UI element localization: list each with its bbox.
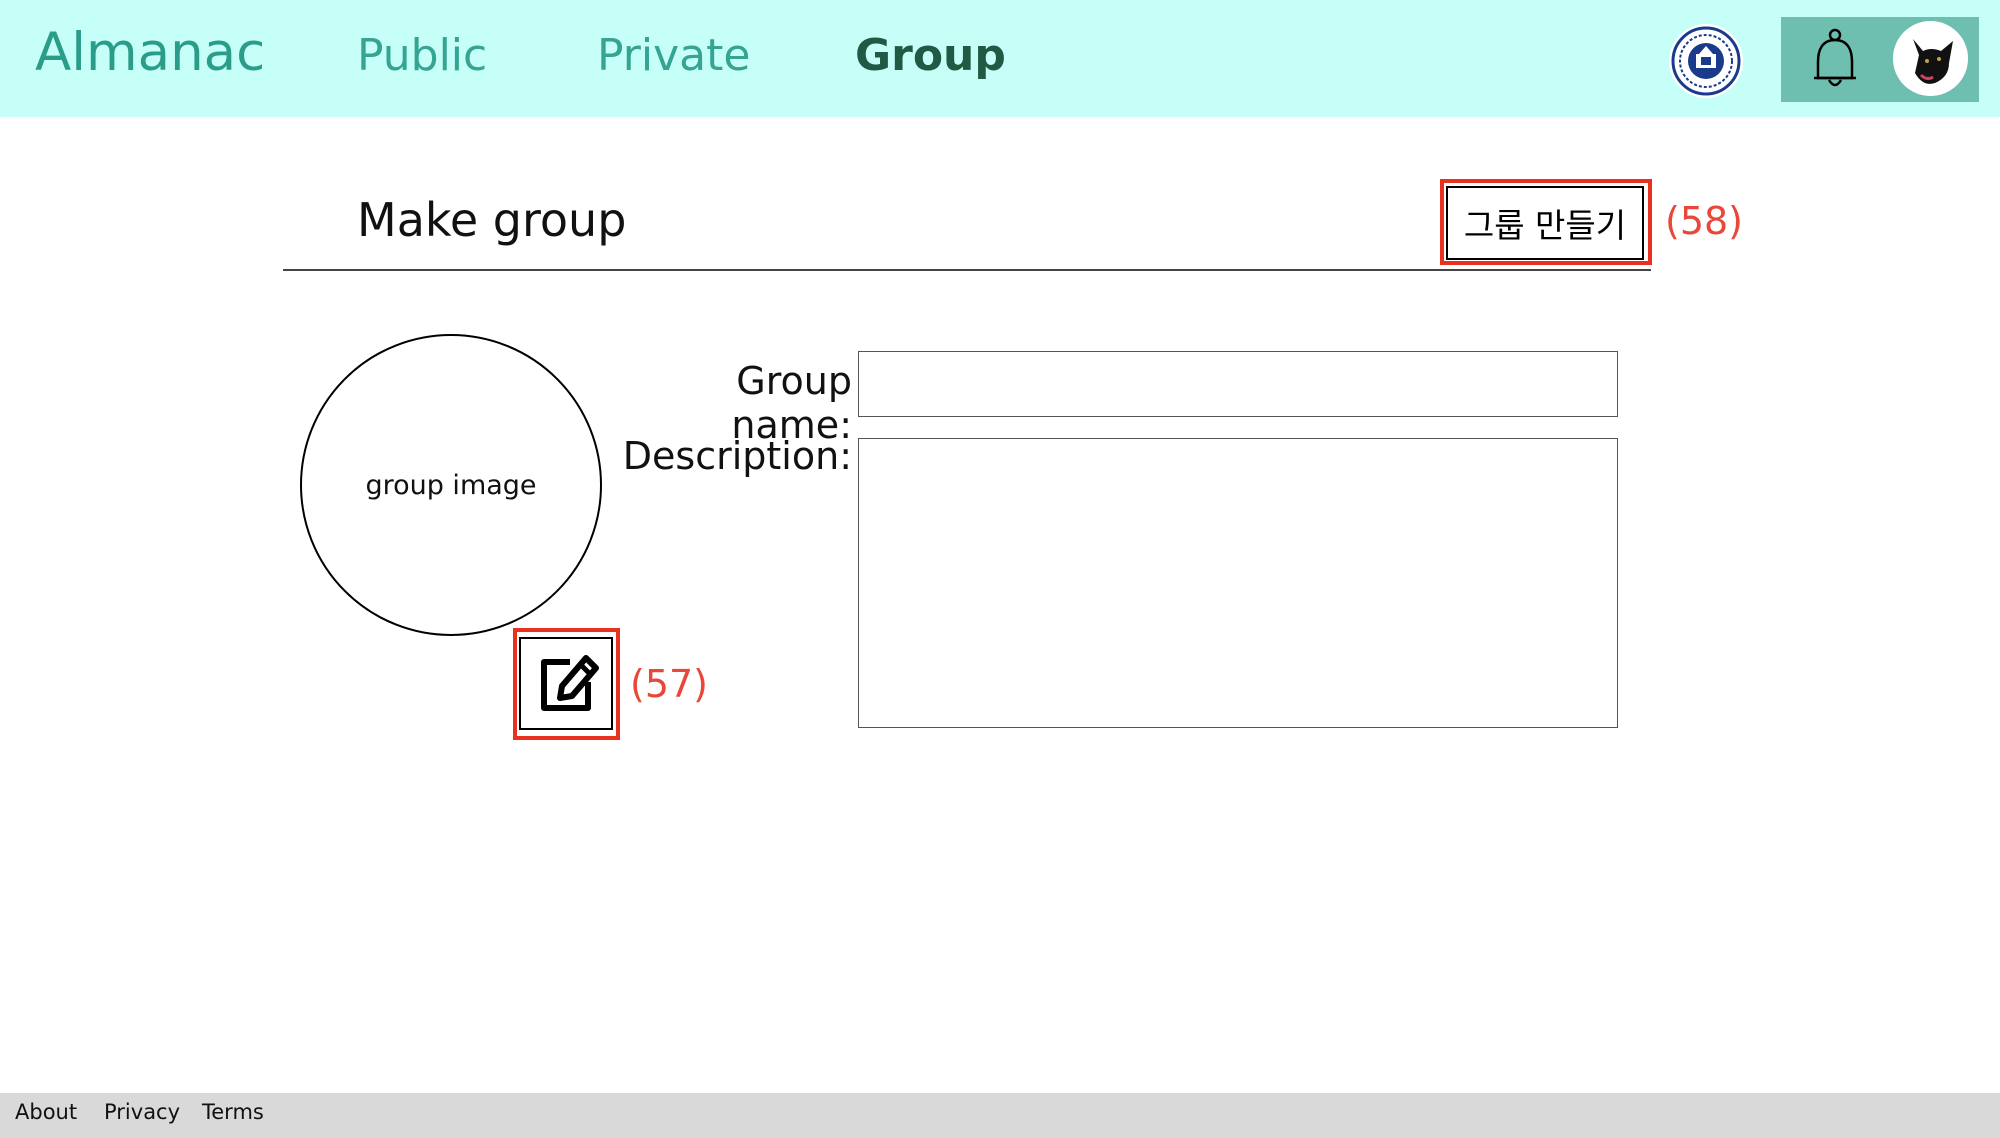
group-image-label: group image: [365, 469, 537, 501]
create-group-button[interactable]: 그룹 만들기: [1446, 186, 1644, 260]
annotation-label-58: (58): [1665, 199, 1744, 243]
description-textarea[interactable]: [858, 438, 1618, 728]
edit-image-button[interactable]: [519, 637, 613, 730]
nav-tab-public[interactable]: Public: [357, 30, 487, 81]
group-image-placeholder: group image: [300, 334, 602, 636]
app-brand-logo[interactable]: Almanac: [35, 22, 265, 83]
annotation-label-57: (57): [630, 662, 709, 706]
page-title: Make group: [357, 193, 627, 247]
section-divider: [283, 269, 1651, 271]
university-seal-icon: [1669, 24, 1743, 98]
footer-link-terms[interactable]: Terms: [202, 1100, 264, 1124]
footer-link-about[interactable]: About: [15, 1100, 77, 1124]
footer-link-privacy[interactable]: Privacy: [104, 1100, 180, 1124]
user-avatar[interactable]: [1893, 21, 1968, 96]
bell-icon[interactable]: [1810, 28, 1860, 94]
nav-tab-private[interactable]: Private: [597, 30, 750, 81]
nav-tab-group[interactable]: Group: [855, 30, 1006, 81]
group-name-input[interactable]: [858, 351, 1618, 417]
footer-bar: [0, 1093, 2000, 1138]
edit-pencil-icon: [541, 654, 599, 711]
description-label: Description:: [622, 434, 852, 478]
